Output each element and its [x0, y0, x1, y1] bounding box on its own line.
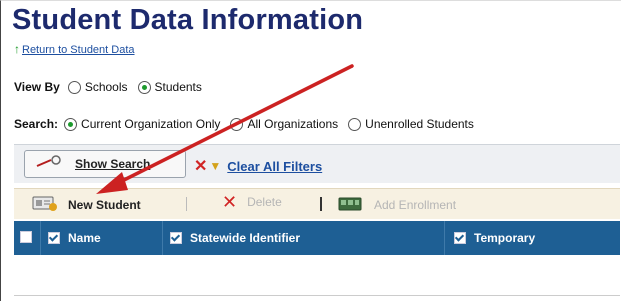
enrollment-icon	[338, 195, 364, 214]
new-student-button[interactable]: New Student	[32, 195, 141, 214]
return-link[interactable]: ↑ Return to Student Data	[14, 42, 135, 56]
view-by-label: View By	[14, 80, 60, 94]
radio-circle[interactable]	[67, 80, 81, 94]
column-temporary-label: Temporary	[474, 231, 536, 245]
view-by-row: View By Schools Students	[14, 80, 212, 94]
show-search-button[interactable]: Show Search	[24, 150, 186, 178]
radio-circle[interactable]	[230, 117, 244, 131]
radio-circle[interactable]	[348, 117, 362, 131]
column-checkbox[interactable]	[454, 232, 466, 244]
radio-unenrolled-label: Unenrolled Students	[365, 117, 474, 131]
column-header-statewide-id[interactable]: Statewide Identifier	[170, 231, 300, 245]
delete-button[interactable]: ✕ Delete	[222, 192, 282, 212]
delete-x-icon: ✕	[222, 192, 238, 212]
clear-filters-label: Clear All Filters	[227, 158, 323, 174]
column-divider	[444, 221, 445, 255]
search-label: Search:	[14, 117, 59, 131]
radio-all-orgs-label: All Organizations	[247, 117, 339, 131]
radio-current-org-label: Current Organization Only	[81, 117, 221, 131]
funnel-icon: ▼	[209, 159, 222, 173]
add-enrollment-button[interactable]: Add Enrollment	[338, 195, 456, 214]
magnifier-icon	[35, 154, 65, 174]
select-all-checkbox[interactable]	[20, 231, 40, 243]
new-student-label: New Student	[68, 197, 141, 212]
return-link-label: Return to Student Data	[22, 44, 135, 56]
delete-label: Delete	[247, 195, 282, 209]
column-checkbox[interactable]	[48, 232, 60, 244]
radio-current-org[interactable]: Current Organization Only	[64, 117, 220, 131]
radio-schools-label: Schools	[84, 80, 128, 94]
radio-schools[interactable]: Schools	[67, 80, 128, 94]
column-header-temporary[interactable]: Temporary	[454, 231, 535, 245]
grid-header: Name Statewide Identifier Temporary	[14, 221, 620, 255]
divider	[186, 197, 187, 211]
show-search-label: Show Search	[75, 157, 151, 171]
column-name-label: Name	[68, 231, 101, 245]
radio-circle-selected[interactable]	[137, 80, 151, 94]
clear-x-icon: ✕	[194, 158, 208, 175]
radio-unenrolled[interactable]: Unenrolled Students	[348, 117, 474, 131]
filter-toolbar: Show Search ✕ ▼ Clear All Filters	[14, 144, 620, 183]
column-header-name[interactable]: Name	[48, 231, 101, 245]
search-scope-row: Search: Current Organization Only All Or…	[14, 117, 484, 131]
grid-body	[14, 255, 620, 296]
action-toolbar: New Student ✕ Delete Add Enrollment	[14, 188, 620, 219]
column-divider	[162, 221, 163, 255]
radio-all-orgs[interactable]: All Organizations	[230, 117, 338, 131]
column-statewide-id-label: Statewide Identifier	[190, 231, 301, 245]
add-enrollment-label: Add Enrollment	[374, 197, 457, 212]
page-title: Student Data Information	[12, 4, 364, 36]
radio-circle-selected[interactable]	[64, 117, 78, 131]
column-divider	[40, 221, 41, 255]
divider	[320, 197, 322, 211]
radio-students-label: Students	[154, 80, 202, 94]
radio-students[interactable]: Students	[137, 80, 202, 94]
arrow-up-icon: ↑	[14, 42, 20, 56]
new-student-icon	[32, 195, 58, 214]
column-checkbox[interactable]	[170, 232, 182, 244]
clear-filters-link[interactable]: ✕ ▼ Clear All Filters	[194, 156, 322, 176]
checkbox[interactable]	[20, 231, 32, 243]
